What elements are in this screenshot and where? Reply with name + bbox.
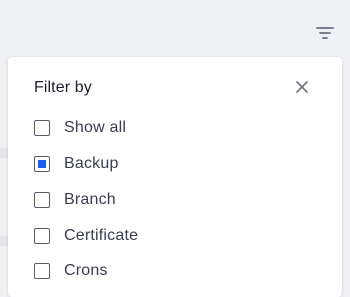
close-icon — [296, 81, 308, 93]
option-label: Branch — [64, 191, 116, 208]
option-label: Show all — [64, 119, 127, 136]
panel-title: Filter by — [34, 79, 92, 96]
filter-option-crons[interactable]: Crons — [34, 260, 108, 282]
filter-option-show-all[interactable]: Show all — [34, 117, 126, 139]
checkbox-show-all[interactable] — [34, 120, 50, 136]
filter-panel: Filter by Show all Backup Branch Certifi… — [8, 57, 342, 297]
checkbox-crons[interactable] — [34, 263, 50, 279]
close-button[interactable] — [292, 77, 312, 97]
option-label: Crons — [64, 262, 108, 279]
filter-option-backup[interactable]: Backup — [34, 153, 119, 175]
checkbox-backup[interactable] — [34, 156, 50, 172]
filter-option-certificate[interactable]: Certificate — [34, 225, 138, 247]
checkbox-certificate[interactable] — [34, 228, 50, 244]
filter-toggle-button[interactable] — [313, 22, 337, 44]
filter-lines-icon — [316, 27, 334, 39]
filter-option-branch[interactable]: Branch — [34, 189, 116, 211]
option-label: Backup — [64, 155, 119, 172]
checkbox-branch[interactable] — [34, 192, 50, 208]
checkbox-check-mark — [38, 160, 46, 168]
option-label: Certificate — [64, 227, 139, 244]
